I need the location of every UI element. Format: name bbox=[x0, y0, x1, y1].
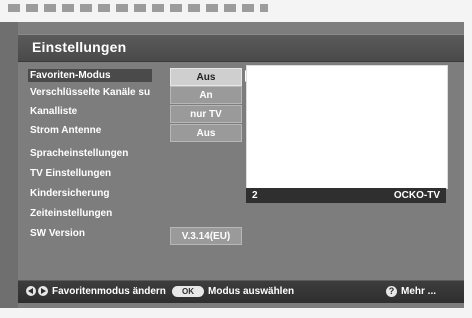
menu-item-zeiteinstellungen[interactable]: Zeiteinstellungen bbox=[30, 207, 230, 224]
menu-item-label: Strom Antenne bbox=[30, 125, 102, 136]
channel-info-bar: 2 OCKO-TV bbox=[246, 188, 446, 203]
menu-item-kanalliste[interactable]: Kanalliste nur TV bbox=[30, 105, 242, 123]
left-arrow-button-icon bbox=[26, 286, 36, 296]
menu-item-label: SW Version bbox=[30, 228, 86, 239]
right-border bbox=[464, 0, 472, 318]
title-bar: Einstellungen bbox=[18, 34, 464, 62]
menu-item-label: Kanalliste bbox=[30, 106, 78, 117]
ok-button-icon: OK bbox=[172, 286, 204, 297]
menu-item-label: Zeiteinstellungen bbox=[30, 208, 113, 219]
kanalliste-value[interactable]: nur TV bbox=[170, 105, 242, 123]
top-pattern bbox=[8, 4, 268, 12]
footer-hint-ok: Modus auswählen bbox=[208, 286, 295, 297]
top-border bbox=[0, 0, 472, 22]
verschluesselte-kanaele-value[interactable]: An bbox=[170, 86, 242, 104]
sw-version-value: V.3.14(EU) bbox=[170, 227, 242, 245]
video-preview bbox=[246, 65, 448, 189]
page-title: Einstellungen bbox=[32, 39, 127, 55]
menu-item-kindersicherung[interactable]: Kindersicherung bbox=[30, 187, 230, 204]
menu-item-label: Favoriten-Modus bbox=[28, 69, 152, 82]
menu-item-tv-einstellungen[interactable]: TV Einstellungen bbox=[30, 167, 230, 184]
menu-item-label: Spracheinstellungen bbox=[30, 148, 129, 159]
menu-item-label: Kindersicherung bbox=[30, 188, 110, 199]
menu-item-label: Verschlüsselte Kanäle su bbox=[30, 87, 151, 98]
menu-item-verschluesselte-kanaele[interactable]: Verschlüsselte Kanäle su An bbox=[30, 86, 242, 104]
menu-item-spracheinstellungen[interactable]: Spracheinstellungen bbox=[30, 147, 230, 164]
footer-hint-more: Mehr ... bbox=[401, 286, 437, 297]
strom-antenne-value[interactable]: Aus bbox=[170, 124, 242, 142]
menu-item-strom-antenne[interactable]: Strom Antenne Aus bbox=[30, 124, 242, 142]
menu-item-sw-version: SW Version V.3.14(EU) bbox=[30, 227, 242, 245]
favoriten-modus-value[interactable]: Aus bbox=[170, 68, 242, 86]
footer-hint-left-right: Favoritenmodus ändern bbox=[52, 286, 166, 297]
channel-name: OCKO-TV bbox=[393, 190, 440, 201]
menu-item-label: TV Einstellungen bbox=[30, 168, 112, 179]
footer-hint-bar: Favoritenmodus ändern OK Modus auswählen… bbox=[18, 280, 464, 303]
help-button-icon: ? bbox=[386, 286, 397, 297]
settings-screen: Einstellungen Favoriten-Modus Aus Versch… bbox=[18, 22, 464, 308]
channel-number: 2 bbox=[252, 190, 258, 201]
bottom-border bbox=[0, 308, 472, 318]
menu-item-favoriten-modus[interactable]: Favoriten-Modus Aus bbox=[28, 68, 253, 86]
right-arrow-button-icon bbox=[38, 286, 48, 296]
